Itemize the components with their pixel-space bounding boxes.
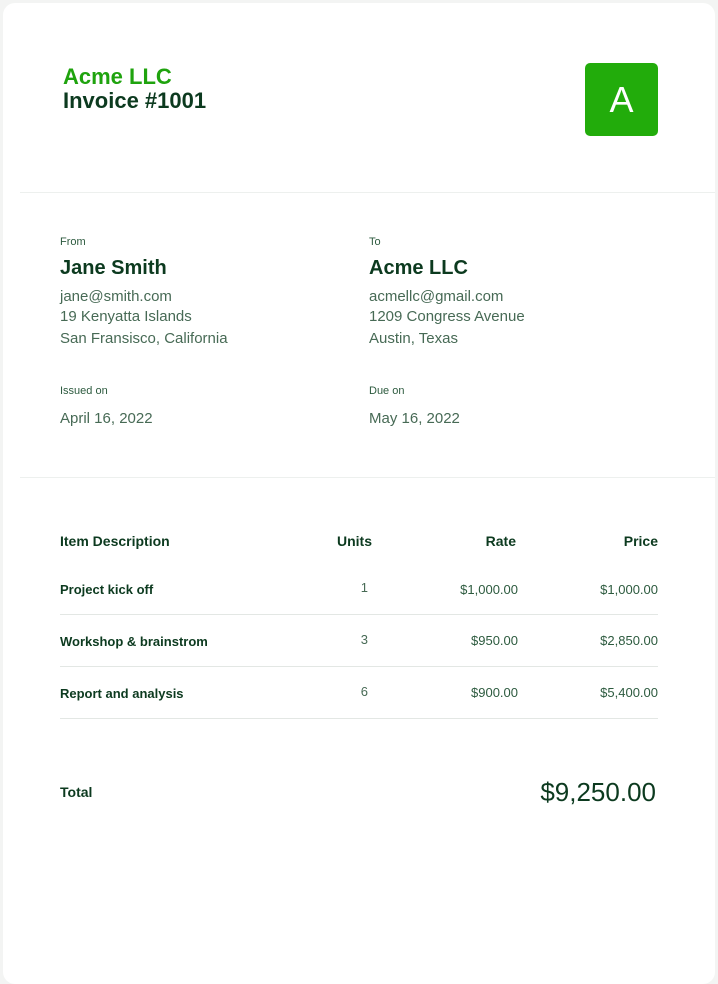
from-email: jane@smith.com: [60, 288, 172, 305]
company-logo: A: [585, 63, 658, 136]
row-description: Workshop & brainstrom: [60, 634, 208, 649]
invoice-title: Invoice #1001: [63, 88, 207, 113]
row-price: $1,000.00: [600, 582, 658, 597]
column-header-price: Price: [623, 533, 658, 549]
table-row: Project kick off 1 $1,000.00 $1,000.00: [60, 562, 658, 615]
invoice-card: Acme LLC Invoice #1001 A From Jane Smith…: [3, 3, 715, 984]
row-description: Project kick off: [60, 582, 154, 597]
company-name: Acme LLC: [63, 64, 172, 89]
to-label: To: [369, 236, 381, 248]
details-divider: [20, 477, 715, 478]
from-name: Jane Smith: [60, 257, 167, 279]
row-units: 6: [360, 684, 368, 699]
invoice-header: Acme LLC Invoice #1001 A: [3, 3, 715, 192]
table-row: Workshop & brainstrom 3 $950.00 $2,850.0…: [60, 614, 658, 667]
to-name: Acme LLC: [369, 257, 468, 279]
total-amount: $9,250.00: [540, 777, 656, 807]
row-units: 3: [360, 632, 368, 647]
column-header-rate: Rate: [485, 533, 516, 549]
row-rate: $950.00: [471, 633, 518, 648]
to-address-line2: Austin, Texas: [369, 330, 458, 347]
issued-label: Issued on: [60, 385, 108, 397]
to-email: acmellc@gmail.com: [369, 288, 504, 305]
from-address-line2: San Fransisco, California: [60, 330, 228, 347]
issued-date: April 16, 2022: [60, 410, 153, 427]
row-price: $2,850.00: [600, 633, 658, 648]
due-label: Due on: [369, 385, 405, 397]
total-label: Total: [60, 784, 93, 800]
row-rate: $1,000.00: [460, 582, 518, 597]
column-header-description: Item Description: [60, 533, 170, 549]
row-units: 1: [360, 580, 368, 595]
table-row: Report and analysis 6 $900.00 $5,400.00: [60, 666, 658, 719]
to-address-line1: 1209 Congress Avenue: [369, 308, 525, 325]
from-address-line1: 19 Kenyatta Islands: [60, 308, 192, 325]
row-rate: $900.00: [471, 685, 518, 700]
column-header-units: Units: [337, 533, 372, 549]
from-label: From: [60, 236, 86, 248]
header-divider: [20, 192, 715, 193]
row-description: Report and analysis: [60, 686, 184, 701]
row-price: $5,400.00: [600, 685, 658, 700]
due-date: May 16, 2022: [369, 410, 460, 427]
